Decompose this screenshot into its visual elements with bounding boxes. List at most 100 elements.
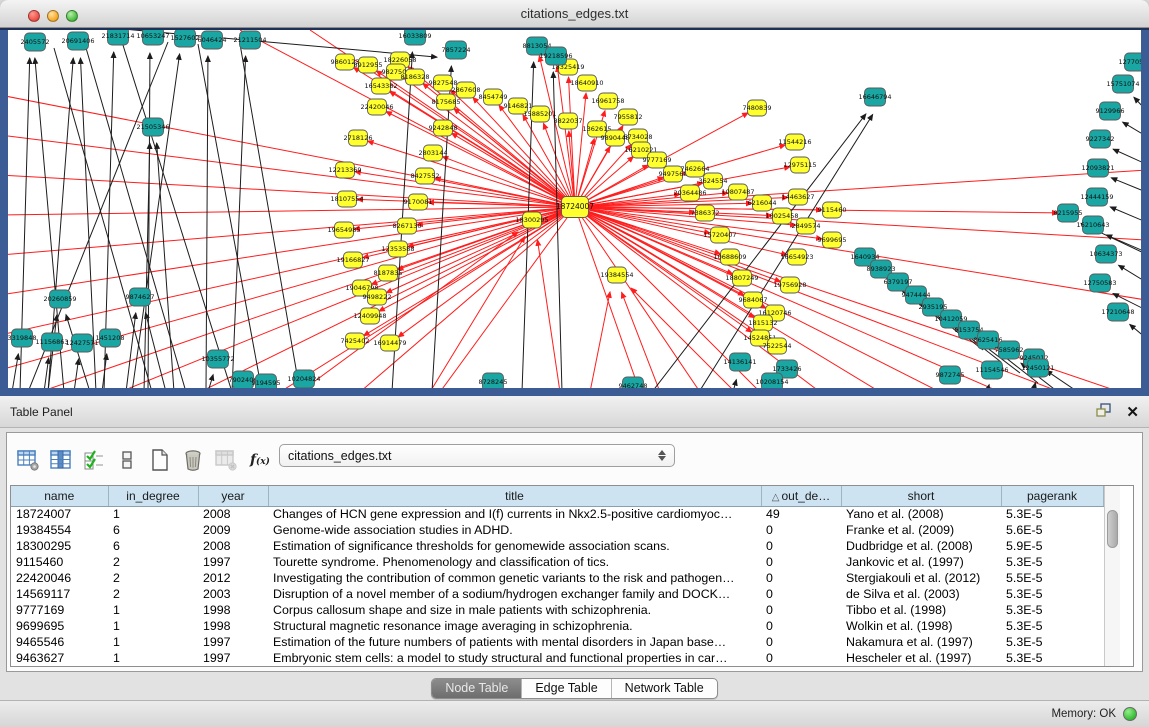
graph-edge[interactable] <box>132 54 180 388</box>
graph-edge[interactable] <box>622 292 660 388</box>
window-titlebar[interactable]: citations_edges.txt <box>0 0 1149 28</box>
table-row[interactable]: 911546021997Tourette syndrome. Phenomeno… <box>11 554 1103 570</box>
graph-edge[interactable] <box>12 354 18 388</box>
table-row[interactable]: 1830029562008Estimation of significance … <box>11 538 1103 554</box>
graph-edge[interactable] <box>1110 207 1141 222</box>
table-mode-button[interactable] <box>15 447 41 473</box>
table-row[interactable]: 946554611997Estimation of the future num… <box>11 634 1103 650</box>
table-row[interactable]: 1938455462009Genome-wide association stu… <box>11 522 1103 538</box>
graph-node-label: 9777169 <box>643 156 672 164</box>
graph-edge[interactable] <box>8 207 575 335</box>
graph-edge[interactable] <box>198 44 262 388</box>
table-cell: Yano et al. (2008) <box>841 506 1001 522</box>
graph-edge[interactable] <box>652 114 866 388</box>
table-cell: Disruption of a novel member of a sodium… <box>268 586 761 602</box>
graph-edge[interactable] <box>408 66 575 207</box>
table-cell: 5.3E-5 <box>1001 634 1103 650</box>
function-builder-button[interactable]: f(x) <box>250 452 270 468</box>
table-cell: 5.5E-5 <box>1001 570 1103 586</box>
graph-edge[interactable] <box>631 288 735 388</box>
graph-edge[interactable] <box>432 66 451 388</box>
table-row[interactable]: 969969511998Structural magnetic resonanc… <box>11 618 1103 634</box>
table-cell: 9463627 <box>11 650 108 666</box>
column-header-out-degree[interactable]: △out_de… <box>761 486 841 506</box>
graph-node-label: 9462748 <box>619 382 648 388</box>
table-cell: 0 <box>761 650 841 666</box>
table-cell: Nakamura et al. (1997) <box>841 634 1001 650</box>
graph-node-label: 21505346 <box>136 123 169 131</box>
graph-node-label: 9874627 <box>126 293 155 301</box>
graph-node-label: 9129966 <box>1096 107 1125 115</box>
graph-node-label: 8938923 <box>867 265 896 273</box>
table-selector-dropdown[interactable]: citations_edges.txt <box>279 444 675 467</box>
table-row[interactable]: 946362711997Embryonic stem cells: a mode… <box>11 650 1103 666</box>
graph-edge[interactable] <box>8 95 575 207</box>
graph-edge[interactable] <box>1134 97 1141 110</box>
delete-columns-button[interactable] <box>180 447 206 473</box>
column-header-in-degree[interactable]: in_degree <box>108 486 198 506</box>
tab-node-table[interactable]: Node Table <box>432 679 522 698</box>
graph-edge[interactable] <box>442 157 575 207</box>
float-panel-icon[interactable] <box>1096 403 1112 423</box>
delete-table-button <box>213 447 239 473</box>
graph-edge[interactable] <box>1123 122 1141 136</box>
graph-edge[interactable] <box>44 358 49 388</box>
graph-edge[interactable] <box>575 207 640 388</box>
row-options-button[interactable] <box>114 447 140 473</box>
graph-edge[interactable] <box>206 56 208 388</box>
select-columns-button[interactable] <box>81 447 107 473</box>
graph-edge[interactable] <box>240 44 300 388</box>
table-body: 1872400712008Changes of HCN gene express… <box>11 506 1103 666</box>
table-row[interactable]: 977716911998Corpus callosum shape and si… <box>11 602 1103 618</box>
graph-edge[interactable] <box>122 42 232 388</box>
graph-edge[interactable] <box>537 240 560 388</box>
graph-edge[interactable] <box>1113 149 1141 164</box>
scrollbar-thumb[interactable] <box>1107 510 1118 548</box>
table-header-row: name in_degree year title △out_de… short… <box>11 486 1103 506</box>
column-header-name[interactable]: name <box>11 486 108 506</box>
table-row[interactable]: 1456911722003Disruption of a novel membe… <box>11 586 1103 602</box>
table-cell: Hescheler et al. (1997) <box>841 650 1001 666</box>
graph-node-label: 9115460 <box>818 206 847 214</box>
table-row[interactable]: 1872400712008Changes of HCN gene express… <box>11 506 1103 522</box>
close-panel-icon[interactable]: ✕ <box>1126 405 1139 421</box>
graph-node-label: 2405572 <box>21 38 50 46</box>
tab-network-table[interactable]: Network Table <box>612 679 717 698</box>
graph-node-label: 7955812 <box>614 113 643 121</box>
graph-edge[interactable] <box>1033 383 1035 388</box>
status-bar: Memory: OK <box>0 700 1149 727</box>
graph-edge[interactable] <box>8 135 575 207</box>
graph-edge[interactable] <box>1130 324 1141 338</box>
column-header-short[interactable]: short <box>841 486 1001 506</box>
graph-edge[interactable] <box>232 56 246 388</box>
table-cell: 2012 <box>198 570 268 586</box>
graph-edge[interactable] <box>300 232 518 388</box>
citation-network-graph[interactable]: 9860123891295518226058982750816543382224… <box>8 30 1141 388</box>
column-header-title[interactable]: title <box>268 486 761 506</box>
graph-edge[interactable] <box>48 315 57 388</box>
table-row[interactable]: 2242004622012Investigating the contribut… <box>11 570 1103 586</box>
checklist-icon <box>83 450 105 470</box>
table-cell: 1997 <box>198 554 268 570</box>
tab-edge-table[interactable]: Edge Table <box>522 679 611 698</box>
column-header-pagerank[interactable]: pagerank <box>1001 486 1103 506</box>
graph-node-label: 18107554 <box>330 195 363 203</box>
graph-node-label: 8625416 <box>974 336 1003 344</box>
graph-node-label: 19384554 <box>600 271 633 279</box>
graph-edge[interactable] <box>8 207 575 295</box>
graph-edge[interactable] <box>590 292 610 388</box>
show-column-button[interactable] <box>48 447 74 473</box>
graph-edge[interactable] <box>733 380 736 388</box>
graph-node-label: 8728245 <box>479 378 508 386</box>
graph-edge[interactable] <box>386 112 575 207</box>
network-canvas[interactable]: 9860123891295518226058982750816543382224… <box>8 30 1141 388</box>
graph-edge[interactable] <box>40 207 575 388</box>
graph-edge[interactable] <box>1046 371 1078 388</box>
graph-node-label: 12975115 <box>783 161 816 169</box>
graph-edge[interactable] <box>74 359 79 388</box>
graph-edge[interactable] <box>1119 265 1141 282</box>
graph-edge[interactable] <box>1111 178 1141 192</box>
new-column-button[interactable] <box>147 447 173 473</box>
vertical-scrollbar[interactable] <box>1104 486 1120 666</box>
column-header-year[interactable]: year <box>198 486 268 506</box>
